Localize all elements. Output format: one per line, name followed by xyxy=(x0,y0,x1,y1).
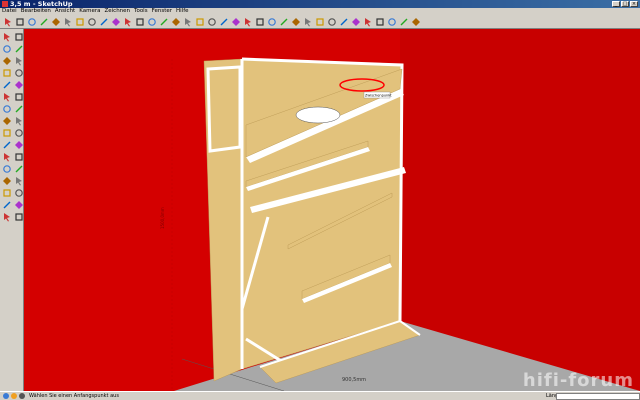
zoom-extents-icon[interactable] xyxy=(242,16,253,27)
move-icon[interactable] xyxy=(1,91,12,102)
rotate-icon[interactable] xyxy=(1,103,12,114)
maximize-button[interactable]: □ xyxy=(621,1,629,7)
follow-me-icon[interactable] xyxy=(13,103,24,114)
freehand-icon[interactable] xyxy=(13,67,24,78)
zoom-icon[interactable] xyxy=(218,16,229,27)
axes-icon[interactable] xyxy=(158,16,169,27)
select-icon[interactable] xyxy=(1,31,12,42)
window-title: 3,5 m - SketchUp xyxy=(10,0,73,8)
height-dimension-label: 1500,0mm xyxy=(160,207,165,229)
push-pull-icon[interactable] xyxy=(13,91,24,102)
right-view-icon[interactable] xyxy=(314,16,325,27)
pencil-icon[interactable] xyxy=(1,43,12,54)
top-view-icon[interactable] xyxy=(290,16,301,27)
watermark: hifi-forum xyxy=(522,370,634,391)
hidden-line-icon[interactable] xyxy=(374,16,385,27)
next-icon[interactable] xyxy=(266,16,277,27)
dimension-icon[interactable] xyxy=(13,127,24,138)
circle-icon[interactable] xyxy=(13,55,24,66)
previous-view-icon[interactable] xyxy=(13,187,24,198)
text-icon[interactable] xyxy=(146,16,157,27)
tooltip-text: Zwischenpunkt xyxy=(365,94,392,98)
circle-icon[interactable] xyxy=(38,16,49,27)
menu-ansicht[interactable]: Ansicht xyxy=(53,8,77,15)
move-icon[interactable] xyxy=(98,16,109,27)
dimension-label: 900,5mm xyxy=(342,377,366,383)
tool-palette xyxy=(0,29,24,391)
menu-hilfe[interactable]: Hilfe xyxy=(174,8,191,15)
main-toolbar xyxy=(0,15,640,29)
zoom-icon[interactable] xyxy=(1,175,12,186)
previous-icon[interactable] xyxy=(254,16,265,27)
menu-tools[interactable]: Tools xyxy=(132,8,150,15)
wireframe-icon[interactable] xyxy=(362,16,373,27)
axes-icon[interactable] xyxy=(1,151,12,162)
walk-icon[interactable] xyxy=(13,199,24,210)
left-view-icon[interactable] xyxy=(338,16,349,27)
menu-fenster[interactable]: Fenster xyxy=(150,8,174,15)
textured-icon[interactable] xyxy=(398,16,409,27)
monochrome-icon[interactable] xyxy=(410,16,421,27)
iso-view-icon[interactable] xyxy=(278,16,289,27)
zoom-extents-icon[interactable] xyxy=(1,187,12,198)
eraser-icon[interactable] xyxy=(1,79,12,90)
polygon-icon[interactable] xyxy=(1,67,12,78)
dimension-icon[interactable] xyxy=(170,16,181,27)
xray-icon[interactable] xyxy=(350,16,361,27)
minimize-button[interactable]: _ xyxy=(612,1,620,7)
component-icon[interactable] xyxy=(13,31,24,42)
back-view-icon[interactable] xyxy=(326,16,337,27)
paint-icon[interactable] xyxy=(13,79,24,90)
tape-measure-icon[interactable] xyxy=(134,16,145,27)
app-icon xyxy=(2,1,8,7)
section-plane-icon[interactable] xyxy=(13,211,24,222)
3d-scene[interactable]: Zwischenpunkt 900,5mm 1500,0mm xyxy=(24,29,640,391)
status-bar: Wählen Sie einen Anfangspunkt aus Länge xyxy=(0,391,640,400)
position-camera-icon[interactable] xyxy=(1,199,12,210)
text-icon[interactable] xyxy=(13,139,24,150)
help-icon[interactable] xyxy=(19,393,25,399)
tape-measure-icon[interactable] xyxy=(1,127,12,138)
menu-bearbeiten[interactable]: Bearbeiten xyxy=(19,8,53,15)
pencil-icon[interactable] xyxy=(14,16,25,27)
scale-icon[interactable] xyxy=(1,115,12,126)
zoom-window-icon[interactable] xyxy=(230,16,241,27)
close-button[interactable]: × xyxy=(630,1,638,7)
protractor-icon[interactable] xyxy=(1,139,12,150)
zoom-window-icon[interactable] xyxy=(13,175,24,186)
rectangle-icon[interactable] xyxy=(1,55,12,66)
window-controls: _ □ × xyxy=(612,1,638,7)
select-icon[interactable] xyxy=(2,16,13,27)
title-bar: 3,5 m - SketchUp _ □ × xyxy=(0,0,640,8)
3d-text-icon[interactable] xyxy=(13,151,24,162)
pan-icon[interactable] xyxy=(206,16,217,27)
geo-location-icon[interactable] xyxy=(3,393,9,399)
eraser-icon[interactable] xyxy=(62,16,73,27)
port-hole xyxy=(295,106,341,124)
menu-kamera[interactable]: Kamera xyxy=(77,8,102,15)
arc-icon[interactable] xyxy=(13,43,24,54)
menu-zeichnen[interactable]: Zeichnen xyxy=(102,8,132,15)
orbit-icon[interactable] xyxy=(1,163,12,174)
orbit-icon[interactable] xyxy=(194,16,205,27)
measurements-input[interactable] xyxy=(556,393,640,400)
menu-bar: Datei Bearbeiten Ansicht Kamera Zeichnen… xyxy=(0,8,640,15)
credits-icon[interactable] xyxy=(11,393,17,399)
status-hint: Wählen Sie einen Anfangspunkt aus xyxy=(29,393,119,399)
offset-icon[interactable] xyxy=(13,115,24,126)
paint-bucket-icon[interactable] xyxy=(74,16,85,27)
protractor-icon[interactable] xyxy=(182,16,193,27)
offset-icon[interactable] xyxy=(122,16,133,27)
shaded-icon[interactable] xyxy=(386,16,397,27)
arc-icon[interactable] xyxy=(50,16,61,27)
look-around-icon[interactable] xyxy=(1,211,12,222)
rectangle-icon[interactable] xyxy=(26,16,37,27)
push-pull-icon[interactable] xyxy=(86,16,97,27)
drawing-viewport[interactable]: Zwischenpunkt 900,5mm 1500,0mm hifi-foru… xyxy=(24,29,640,391)
menu-datei[interactable]: Datei xyxy=(0,8,19,15)
pan-icon[interactable] xyxy=(13,163,24,174)
front-view-icon[interactable] xyxy=(302,16,313,27)
rotate-icon[interactable] xyxy=(110,16,121,27)
